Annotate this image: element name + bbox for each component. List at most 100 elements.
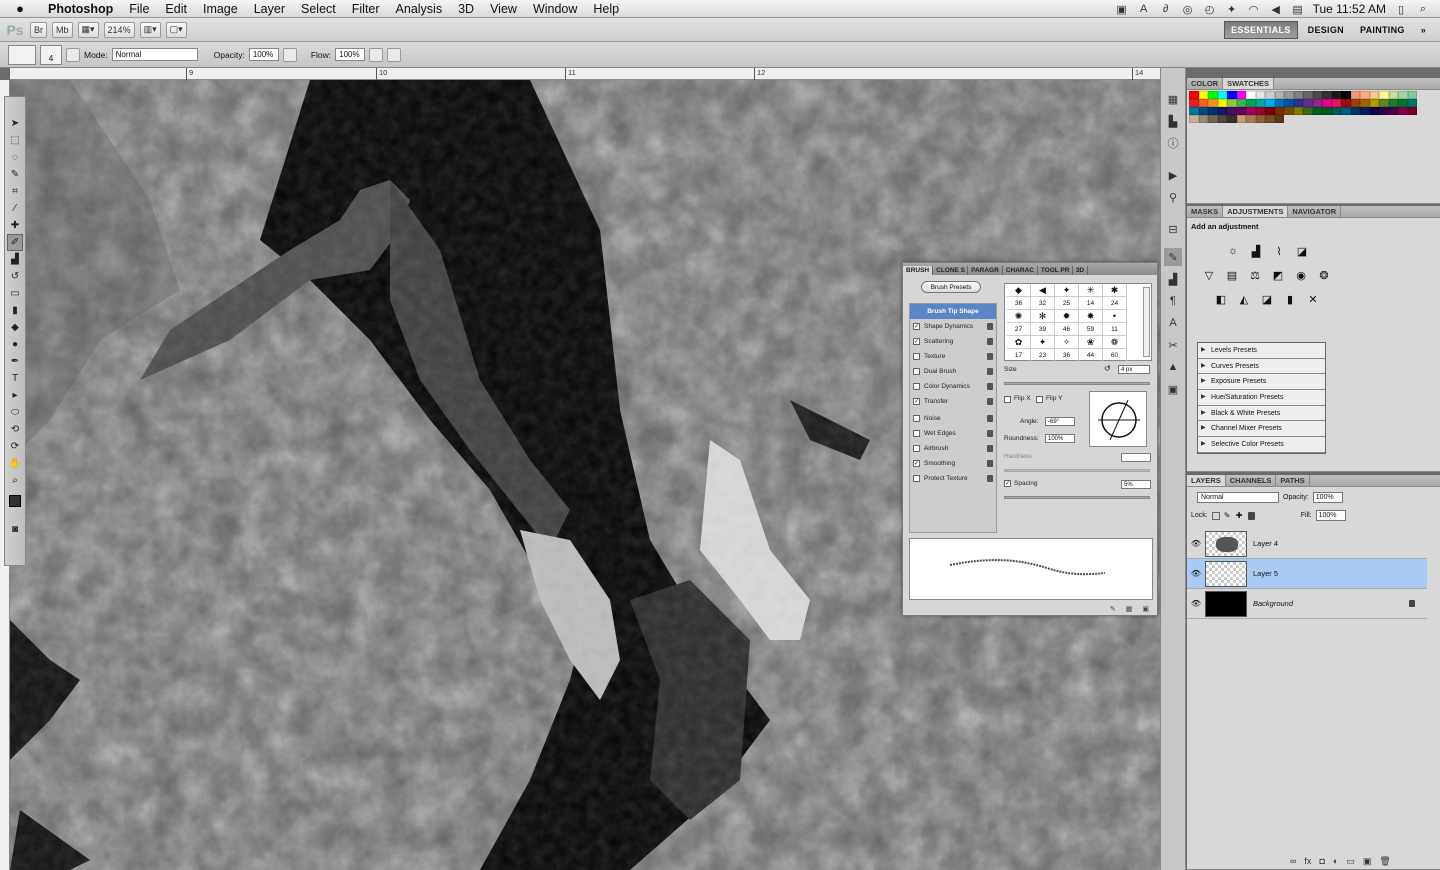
tab-paragraph[interactable]: PARAGR	[968, 266, 1003, 275]
menu-3d[interactable]: 3D	[450, 0, 482, 18]
brush-option-checkbox[interactable]	[913, 445, 920, 452]
paragraph-icon[interactable]: ¶	[1164, 292, 1182, 310]
actions-icon[interactable]: ✂	[1164, 336, 1182, 354]
brush-tip-size[interactable]: 25	[1055, 297, 1079, 310]
link-layers-icon[interactable]: ∞	[1290, 856, 1296, 867]
menu-image[interactable]: Image	[195, 0, 246, 18]
view-extras-button[interactable]: ▦▾	[77, 21, 99, 38]
new-adjustment-icon[interactable]: ◐	[1333, 856, 1338, 867]
brush-option-checkbox[interactable]	[913, 368, 920, 375]
brush-option-texture[interactable]: Texture	[910, 349, 996, 364]
layer-name[interactable]: Layer 4	[1253, 539, 1278, 548]
selective-color-icon[interactable]: ✕	[1305, 291, 1321, 307]
color-swatch[interactable]	[1303, 107, 1313, 115]
brush-panel-icon[interactable]: ✎	[1164, 248, 1182, 266]
color-swatch[interactable]	[1227, 99, 1237, 107]
layer-style-icon[interactable]: fx	[1304, 856, 1311, 867]
brush-tip-glyph-icon[interactable]: ✹	[1055, 310, 1079, 323]
color-swatch[interactable]	[1208, 91, 1218, 99]
brush-option-checkbox[interactable]	[913, 353, 920, 360]
color-swatch[interactable]	[1398, 91, 1408, 99]
color-swatch[interactable]	[1246, 91, 1256, 99]
3d-orbit-tool-icon[interactable]: ⟳	[7, 438, 23, 455]
size-slider[interactable]	[1004, 382, 1150, 385]
lock-icon[interactable]	[987, 383, 993, 390]
color-swatch[interactable]	[1379, 91, 1389, 99]
color-swatch[interactable]	[1217, 99, 1227, 107]
airbrush-icon[interactable]	[369, 47, 384, 62]
layer-opacity-field[interactable]: 100%	[1312, 492, 1343, 503]
color-swatch[interactable]	[1341, 99, 1351, 107]
brush-option-airbrush[interactable]: Airbrush	[910, 441, 996, 456]
color-swatch[interactable]	[1189, 91, 1199, 99]
color-swatch[interactable]	[1293, 107, 1303, 115]
toggle-brush-panel-icon[interactable]	[66, 47, 80, 62]
vibrance-icon[interactable]: ▽	[1201, 267, 1217, 283]
color-swatch[interactable]	[1255, 115, 1265, 123]
dodge-tool-icon[interactable]: ●	[7, 336, 23, 353]
blur-tool-icon[interactable]: ◆	[7, 319, 23, 336]
color-swatch[interactable]	[1284, 99, 1294, 107]
color-swatch[interactable]	[1189, 99, 1199, 107]
color-swatch[interactable]	[1341, 107, 1351, 115]
color-swatch[interactable]	[1227, 107, 1237, 115]
color-swatch[interactable]	[1198, 115, 1208, 123]
animation-icon[interactable]: ▶	[1164, 166, 1182, 184]
quick-mask-icon[interactable]: ◙	[7, 521, 23, 538]
menu-analysis[interactable]: Analysis	[388, 0, 451, 18]
color-swatch[interactable]	[1293, 91, 1303, 99]
photo-filter-icon[interactable]: ◉	[1293, 267, 1309, 283]
tab-3d[interactable]: 3D	[1073, 266, 1089, 275]
histogram-icon[interactable]: ▙	[1164, 112, 1182, 130]
brush-size-picker[interactable]: 4	[40, 44, 62, 65]
color-swatch[interactable]	[1208, 115, 1218, 123]
layer-row-background[interactable]: 👁 Background	[1187, 589, 1427, 619]
pressure-size-icon[interactable]	[387, 47, 402, 62]
color-swatch[interactable]	[1189, 107, 1199, 115]
tab-character[interactable]: CHARAC	[1003, 266, 1038, 275]
tab-paths[interactable]: PATHS	[1276, 475, 1310, 486]
brush-tip-grid[interactable]: ◆ ◀ ✦ ✳ ✱ 36 32 25 14 24 ✺ ✻ ✹ ✸ • 27 39 46 59 11 ✿ ✦ ✧ ❀ ❁ 17 23 3…	[1004, 283, 1152, 362]
preset-hue-saturation[interactable]: Hue/Saturation Presets	[1198, 390, 1325, 406]
tool-presets-icon[interactable]: ⊟	[1164, 220, 1182, 238]
lock-icon[interactable]	[987, 323, 993, 330]
tab-tool-presets[interactable]: TOOL PR	[1038, 266, 1073, 275]
clone-stamp-tool-icon[interactable]: ▟	[7, 251, 23, 268]
color-swatch[interactable]	[1255, 99, 1265, 107]
preset-selective-color[interactable]: Selective Color Presets	[1198, 437, 1325, 453]
color-swatch[interactable]	[1236, 107, 1246, 115]
tip-grid-scrollbar[interactable]	[1143, 287, 1150, 357]
lock-icon[interactable]	[987, 398, 993, 405]
add-mask-icon[interactable]: ◘	[1319, 856, 1324, 867]
color-swatch[interactable]	[1265, 99, 1275, 107]
adobe-icon[interactable]: A	[1137, 3, 1151, 15]
lock-icon[interactable]	[987, 415, 993, 422]
brush-option-noise[interactable]: Noise	[910, 411, 996, 426]
color-swatch[interactable]	[1407, 107, 1417, 115]
flag-icon[interactable]: ▤	[1291, 3, 1305, 16]
color-swatch[interactable]	[1236, 115, 1246, 123]
brush-tip-glyph-icon[interactable]: •	[1103, 310, 1127, 323]
tab-channels[interactable]: CHANNELS	[1226, 475, 1277, 486]
brush-tip-glyph-icon[interactable]: ◀	[1031, 284, 1055, 297]
sync-icon[interactable]: ◎	[1181, 3, 1195, 16]
spotlight-icon[interactable]: ⌕	[1416, 3, 1430, 15]
spacing-checkbox[interactable]: ✓	[1004, 480, 1011, 487]
color-swatch[interactable]	[1312, 107, 1322, 115]
brush-tip-glyph-icon[interactable]: ✦	[1031, 336, 1055, 349]
color-swatch[interactable]	[1246, 99, 1256, 107]
lock-icon[interactable]	[987, 368, 993, 375]
hue-saturation-icon[interactable]: ▤	[1224, 267, 1240, 283]
swatch-grid[interactable]	[1189, 91, 1417, 123]
brush-tip-size[interactable]: 46	[1055, 323, 1079, 336]
color-swatch[interactable]	[1217, 107, 1227, 115]
preset-channel-mixer[interactable]: Channel Mixer Presets	[1198, 421, 1325, 438]
character-icon[interactable]: A	[1164, 314, 1182, 332]
color-swatch[interactable]	[1312, 91, 1322, 99]
curves-icon[interactable]: ⌇	[1271, 243, 1287, 259]
brush-tip-size[interactable]: 11	[1103, 323, 1127, 336]
arrange-documents-button[interactable]: ▥▾	[139, 21, 161, 38]
info-icon[interactable]: ⓘ	[1164, 134, 1182, 152]
brush-tip-size[interactable]: 39	[1031, 323, 1055, 336]
color-swatch[interactable]	[1398, 107, 1408, 115]
